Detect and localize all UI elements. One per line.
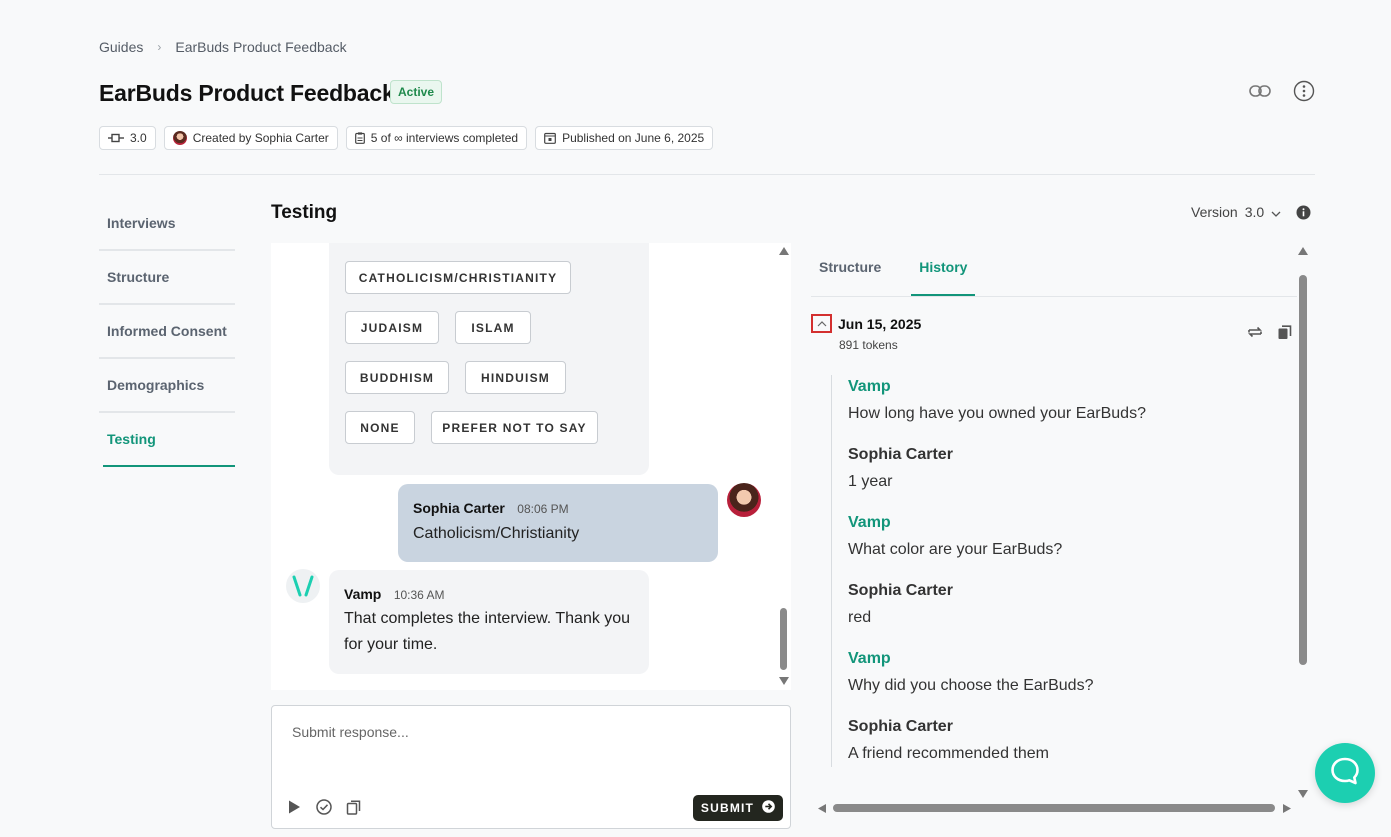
turn-text: How long have you owned your EarBuds?: [848, 405, 1146, 422]
breadcrumb-guides-link[interactable]: Guides: [99, 39, 143, 55]
submit-button[interactable]: SUBMIT: [693, 795, 783, 821]
message-sender: Sophia Carter: [413, 500, 505, 516]
list-item: Sophia Carter 1 year: [832, 443, 1297, 495]
link-icon[interactable]: [1248, 79, 1272, 103]
tab-history[interactable]: History: [911, 243, 976, 296]
clipboard-icon: [354, 132, 365, 144]
horizontal-scrollbar-thumb[interactable]: [833, 804, 1275, 812]
vamp-logo-icon: [286, 569, 320, 603]
support-chat-button[interactable]: [1315, 743, 1375, 803]
turn-speaker: Vamp: [848, 650, 891, 667]
message-sender: Vamp: [344, 586, 382, 602]
sidenav-item-informed-consent[interactable]: Informed Consent: [99, 305, 235, 359]
interviews-chip: 5 of ∞ interviews completed: [345, 126, 528, 150]
chat-scrollbar[interactable]: [778, 243, 790, 689]
panel-tabs: Structure History: [811, 243, 1297, 297]
check-circle-icon[interactable]: [316, 799, 332, 820]
message-time: 10:36 AM: [393, 588, 445, 602]
chat-transcript[interactable]: CATHOLICISM/CHRISTIANITY JUDAISM ISLAM B…: [271, 243, 791, 690]
copy-icon[interactable]: [346, 799, 362, 820]
sidenav-item-structure[interactable]: Structure: [99, 251, 235, 305]
chevron-down-icon: [1271, 204, 1281, 220]
vertical-scrollbar-thumb[interactable]: [1299, 275, 1307, 665]
avatar: [727, 483, 761, 517]
version-label: Version: [1191, 204, 1238, 220]
breadcrumb-current: EarBuds Product Feedback: [175, 39, 347, 55]
page-title: EarBuds Product Feedback: [99, 80, 395, 106]
turn-speaker: Sophia Carter: [848, 446, 953, 463]
history-date: Jun 15, 2025: [838, 316, 922, 332]
option-catholicism-christianity-button[interactable]: CATHOLICISM/CHRISTIANITY: [345, 261, 571, 294]
bot-message: Vamp 10:36 AM That completes the intervi…: [329, 570, 649, 674]
turn-text: red: [848, 609, 872, 626]
more-options-icon[interactable]: [1292, 79, 1316, 103]
arrow-right-circle-icon: [762, 800, 775, 816]
creator-chip: Created by Sophia Carter: [163, 126, 338, 150]
meta-row: 3.0 Created by Sophia Carter 5 of ∞ inte…: [99, 126, 714, 150]
option-judaism-button[interactable]: JUDAISM: [345, 311, 439, 344]
chat-bubble-icon: [1330, 756, 1360, 791]
chevron-right-icon: ›: [157, 40, 162, 54]
guide-sidenav: Interviews Structure Informed Consent De…: [99, 197, 235, 467]
sidenav-item-demographics[interactable]: Demographics: [99, 359, 235, 413]
sidenav-item-interviews[interactable]: Interviews: [99, 197, 235, 251]
turn-speaker: Vamp: [848, 378, 891, 395]
message-text: That completes the interview. Thank you …: [344, 610, 631, 653]
history-transcript: Vamp How long have you owned your EarBud…: [831, 375, 1297, 767]
history-tokens: 891 tokens: [839, 338, 898, 352]
option-prefer-not-to-say-button[interactable]: PREFER NOT TO SAY: [431, 411, 598, 444]
history-horizontal-scrollbar[interactable]: [811, 801, 1297, 815]
info-icon[interactable]: [1296, 205, 1311, 225]
message-text: Catholicism/Christianity: [413, 525, 580, 542]
version-select[interactable]: Version 3.0: [1191, 204, 1281, 220]
copy-icon[interactable]: [1277, 324, 1293, 345]
calendar-icon: [544, 132, 556, 144]
breadcrumb: Guides › EarBuds Product Feedback: [99, 39, 347, 55]
header-divider: [99, 174, 1315, 175]
sidenav-item-testing[interactable]: Testing: [103, 413, 235, 467]
turn-text: A friend recommended them: [848, 745, 1049, 762]
response-composer[interactable]: Submit response... SUBMIT: [271, 705, 791, 829]
play-icon[interactable]: [286, 799, 302, 820]
published-chip: Published on June 6, 2025: [535, 126, 714, 150]
user-message: Sophia Carter 08:06 PM Catholicism/Chris…: [398, 484, 718, 562]
option-islam-button[interactable]: ISLAM: [455, 311, 531, 344]
options-bubble: CATHOLICISM/CHRISTIANITY JUDAISM ISLAM B…: [329, 243, 649, 475]
response-input[interactable]: Submit response...: [292, 724, 409, 740]
turn-speaker: Vamp: [848, 514, 891, 531]
status-badge: Active: [390, 80, 443, 104]
collapse-toggle[interactable]: [811, 314, 832, 333]
section-title: Testing: [271, 202, 338, 223]
turn-speaker: Sophia Carter: [848, 718, 953, 735]
turn-text: What color are your EarBuds?: [848, 541, 1063, 558]
turn-text: 1 year: [848, 473, 893, 490]
replay-icon[interactable]: [1247, 324, 1263, 345]
chat-scrollbar-thumb[interactable]: [780, 608, 787, 670]
commit-icon: [108, 133, 124, 143]
version-chip: 3.0: [99, 126, 156, 150]
submit-label: SUBMIT: [700, 801, 755, 815]
option-none-button[interactable]: NONE: [345, 411, 415, 444]
list-item: Vamp Why did you choose the EarBuds?: [832, 647, 1297, 699]
turn-speaker: Sophia Carter: [848, 582, 953, 599]
list-item: Sophia Carter A friend recommended them: [832, 715, 1297, 767]
history-vertical-scrollbar[interactable]: [1297, 243, 1311, 803]
message-time: 08:06 PM: [517, 502, 569, 516]
list-item: Sophia Carter red: [832, 579, 1297, 631]
option-buddhism-button[interactable]: BUDDHISM: [345, 361, 449, 394]
option-hinduism-button[interactable]: HINDUISM: [465, 361, 566, 394]
list-item: Vamp What color are your EarBuds?: [832, 511, 1297, 563]
tab-structure[interactable]: Structure: [811, 243, 889, 296]
avatar: [172, 131, 187, 145]
version-value: 3.0: [1244, 204, 1265, 220]
list-item: Vamp How long have you owned your EarBud…: [832, 375, 1297, 427]
turn-text: Why did you choose the EarBuds?: [848, 677, 1094, 694]
